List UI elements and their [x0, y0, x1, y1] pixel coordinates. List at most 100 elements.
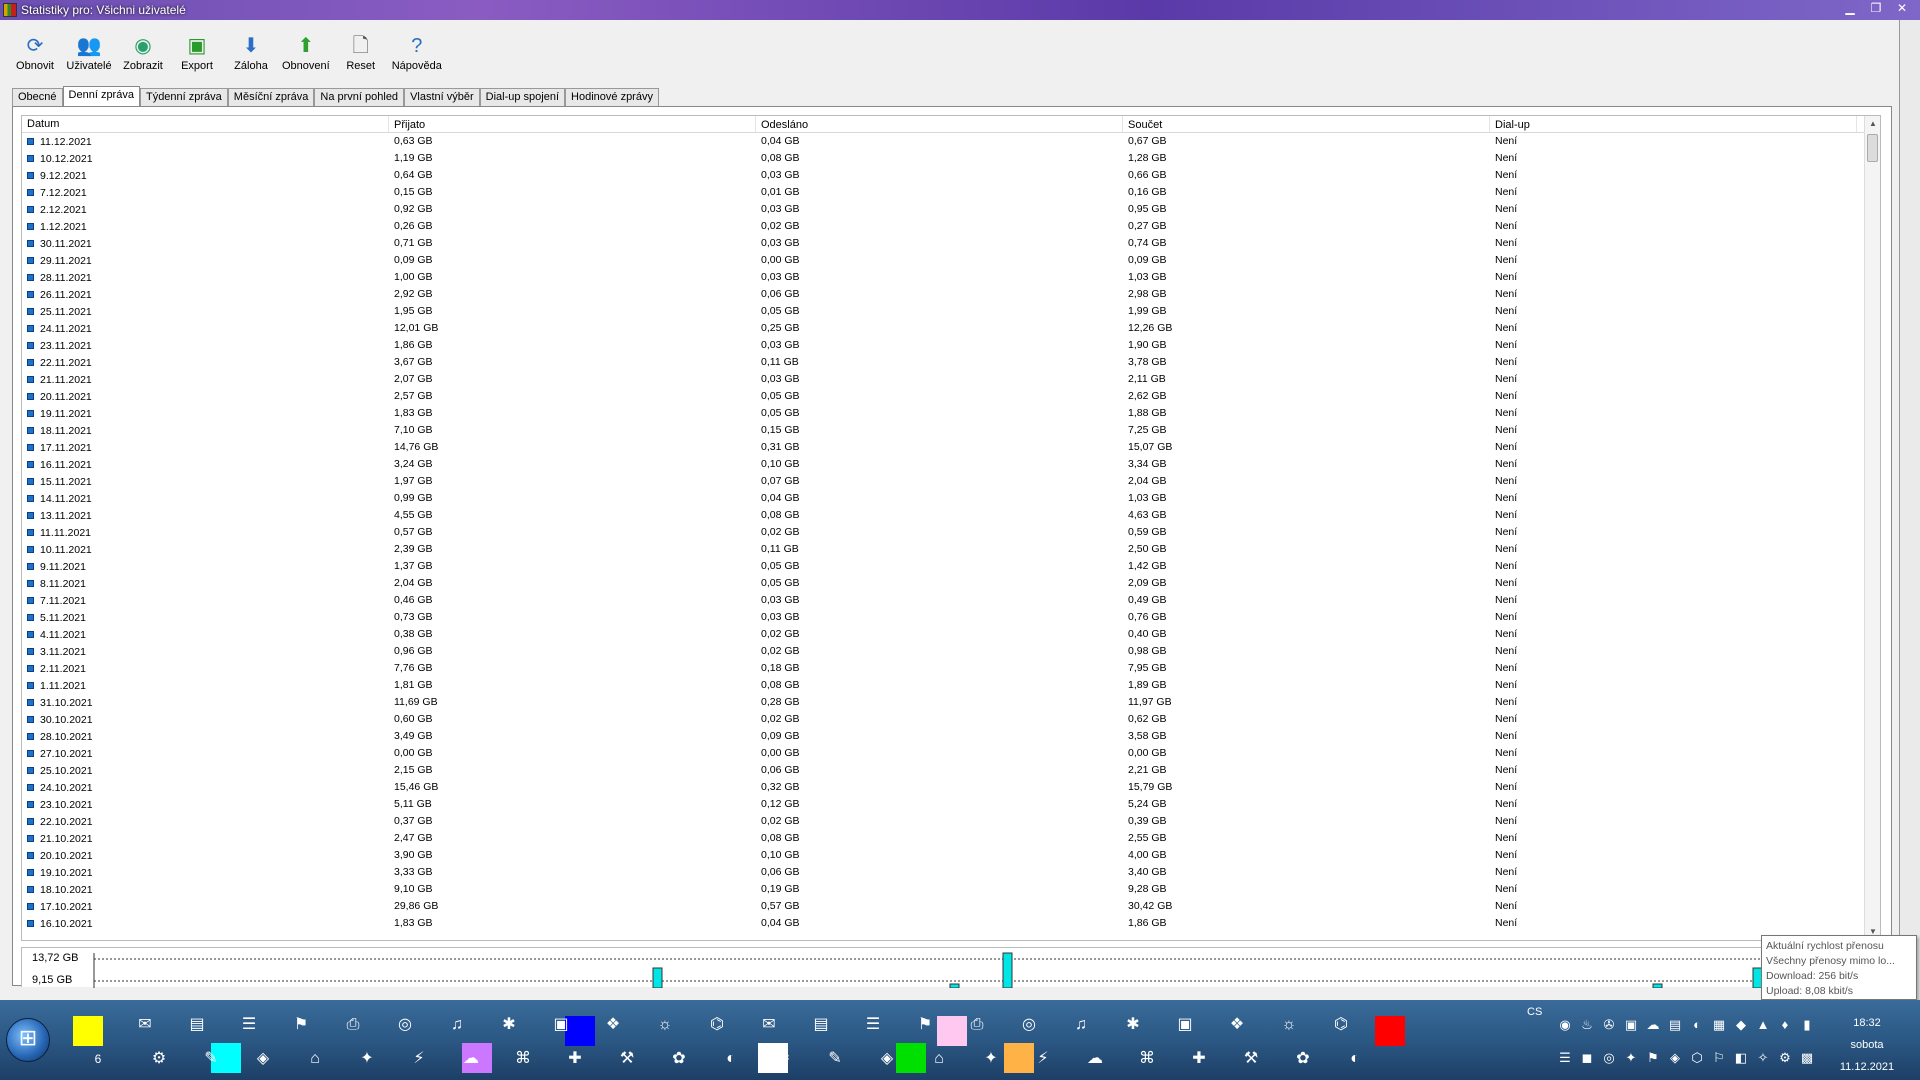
document-button[interactable]: 🗋 Reset [338, 20, 384, 80]
taskbar-color-tile[interactable] [1375, 1016, 1405, 1046]
table-row[interactable]: 22.10.2021 0,37 GB 0,02 GB 0,39 GB Není [22, 813, 1880, 830]
refresh-button[interactable]: ⟳ Obnovit [12, 20, 58, 80]
table-row[interactable]: 28.10.2021 3,49 GB 0,09 GB 3,58 GB Není [22, 728, 1880, 745]
table-row[interactable]: 25.11.2021 1,95 GB 0,05 GB 1,99 GB Není [22, 303, 1880, 320]
taskbar-app-icon[interactable]: ⌘ [1132, 1044, 1162, 1074]
taskbar-app-icon[interactable]: ▣ [546, 1010, 576, 1040]
taskbar-app-icon[interactable]: ❖ [1222, 1010, 1252, 1040]
taskbar-app-icon[interactable]: ◎ [390, 1010, 420, 1040]
taskbar-app-icon[interactable]: ✿ [664, 1044, 694, 1074]
table-row[interactable]: 2.11.2021 7,76 GB 0,18 GB 7,95 GB Není [22, 660, 1880, 677]
tray-icon[interactable]: ☁ [1643, 1015, 1663, 1035]
table-row[interactable]: 31.10.2021 11,69 GB 0,28 GB 11,97 GB Není [22, 694, 1880, 711]
taskbar-app-icon[interactable]: ⚑ [286, 1010, 316, 1040]
tray-icon[interactable]: ▲ [1753, 1015, 1773, 1035]
table-row[interactable]: 19.10.2021 3,33 GB 0,06 GB 3,40 GB Není [22, 864, 1880, 881]
taskbar-app-icon[interactable]: ▣ [1170, 1010, 1200, 1040]
maximize-button[interactable]: ❐ [1864, 1, 1888, 17]
table-row[interactable]: 2.12.2021 0,92 GB 0,03 GB 0,95 GB Není [22, 201, 1880, 218]
table-row[interactable]: 16.10.2021 1,83 GB 0,04 GB 1,86 GB Není [22, 915, 1880, 932]
start-button[interactable] [6, 1018, 50, 1062]
table-row[interactable]: 23.10.2021 5,11 GB 0,12 GB 5,24 GB Není [22, 796, 1880, 813]
table-row[interactable]: 17.10.2021 29,86 GB 0,57 GB 30,42 GB Není [22, 898, 1880, 915]
tab-5[interactable]: Vlastní výběr [404, 88, 480, 106]
tray-icon[interactable]: ♦ [1775, 1015, 1795, 1035]
clock[interactable]: 18:32 sobota 11.12.2021 [1832, 1012, 1902, 1078]
table-row[interactable]: 10.11.2021 2,39 GB 0,11 GB 2,50 GB Není [22, 541, 1880, 558]
table-row[interactable]: 10.12.2021 1,19 GB 0,08 GB 1,28 GB Není [22, 150, 1880, 167]
close-button[interactable]: ✕ [1890, 1, 1914, 17]
tab-1[interactable]: Denní zpráva [62, 86, 140, 106]
taskbar-app-icon[interactable]: ▤ [806, 1010, 836, 1040]
taskbar-app-icon[interactable]: ⌬ [702, 1010, 732, 1040]
minimize-button[interactable]: ▁ [1838, 1, 1862, 17]
table-row[interactable]: 8.11.2021 2,04 GB 0,05 GB 2,09 GB Není [22, 575, 1880, 592]
taskbar-app-icon[interactable]: ⚒ [1236, 1044, 1266, 1074]
tab-6[interactable]: Dial-up spojení [479, 88, 566, 106]
column-header[interactable]: Součet [1123, 116, 1490, 132]
taskbar-app-icon[interactable]: ☼ [650, 1010, 680, 1040]
tray-icon[interactable]: ⚙ [1775, 1048, 1795, 1068]
tray-icon[interactable]: ▣ [1621, 1015, 1641, 1035]
table-row[interactable]: 9.12.2021 0,64 GB 0,03 GB 0,66 GB Není [22, 167, 1880, 184]
taskbar-app-icon[interactable]: ◐ [716, 1044, 746, 1074]
taskbar-app-icon[interactable]: ⚙ [768, 1044, 798, 1074]
table-row[interactable]: 15.11.2021 1,97 GB 0,07 GB 2,04 GB Není [22, 473, 1880, 490]
table-row[interactable]: 30.10.2021 0,60 GB 0,02 GB 0,62 GB Není [22, 711, 1880, 728]
table-row[interactable]: 27.10.2021 0,00 GB 0,00 GB 0,00 GB Není [22, 745, 1880, 762]
taskbar-app-icon[interactable]: ◈ [872, 1044, 902, 1074]
tray-icon[interactable]: ⚑ [1643, 1048, 1663, 1068]
table-row[interactable]: 25.10.2021 2,15 GB 0,06 GB 2,21 GB Není [22, 762, 1880, 779]
taskbar-app-icon[interactable]: ✚ [1184, 1044, 1214, 1074]
table-row[interactable]: 17.11.2021 14,76 GB 0,31 GB 15,07 GB Není [22, 439, 1880, 456]
table-row[interactable]: 7.11.2021 0,46 GB 0,03 GB 0,49 GB Není [22, 592, 1880, 609]
tray-icon[interactable]: ⬡ [1687, 1048, 1707, 1068]
tray-icon[interactable]: ⚐ [1709, 1048, 1729, 1068]
taskbar-app-icon[interactable]: ◎ [1014, 1010, 1044, 1040]
tab-4[interactable]: Na první pohled [314, 88, 405, 106]
table-row[interactable]: 9.11.2021 1,37 GB 0,05 GB 1,42 GB Není [22, 558, 1880, 575]
taskbar-app-icon[interactable]: ✎ [196, 1044, 226, 1074]
table-row[interactable]: 29.11.2021 0,09 GB 0,00 GB 0,09 GB Není [22, 252, 1880, 269]
taskbar-app-icon[interactable]: ✉ [130, 1010, 160, 1040]
taskbar-app-icon[interactable]: ⚡ [1028, 1044, 1058, 1074]
tray-icon[interactable]: ✦ [1621, 1048, 1641, 1068]
table-row[interactable]: 20.10.2021 3,90 GB 0,10 GB 4,00 GB Není [22, 847, 1880, 864]
taskbar-app-icon[interactable]: ☰ [858, 1010, 888, 1040]
table-row[interactable]: 21.11.2021 2,07 GB 0,03 GB 2,11 GB Není [22, 371, 1880, 388]
table-row[interactable]: 22.11.2021 3,67 GB 0,11 GB 3,78 GB Není [22, 354, 1880, 371]
taskbar-color-tile[interactable] [73, 1016, 103, 1046]
table-row[interactable]: 20.11.2021 2,57 GB 0,05 GB 2,62 GB Není [22, 388, 1880, 405]
table-row[interactable]: 11.11.2021 0,57 GB 0,02 GB 0,59 GB Není [22, 524, 1880, 541]
table-row[interactable]: 1.12.2021 0,26 GB 0,02 GB 0,27 GB Není [22, 218, 1880, 235]
table-row[interactable]: 28.11.2021 1,00 GB 0,03 GB 1,03 GB Není [22, 269, 1880, 286]
taskbar-app-icon[interactable]: ☰ [234, 1010, 264, 1040]
taskbar-app-icon[interactable]: ✚ [560, 1044, 590, 1074]
table-row[interactable]: 26.11.2021 2,92 GB 0,06 GB 2,98 GB Není [22, 286, 1880, 303]
table-row[interactable]: 13.11.2021 4,55 GB 0,08 GB 4,63 GB Není [22, 507, 1880, 524]
vertical-scrollbar[interactable]: ▲ ▼ [1864, 116, 1880, 940]
taskbar-app-icon[interactable]: ✉ [754, 1010, 784, 1040]
save-button[interactable]: ▣ Export [174, 20, 220, 80]
taskbar-app-icon[interactable]: ✦ [976, 1044, 1006, 1074]
table-row[interactable]: 18.10.2021 9,10 GB 0,19 GB 9,28 GB Není [22, 881, 1880, 898]
taskbar-app-icon[interactable]: ✱ [1118, 1010, 1148, 1040]
taskbar-app-icon[interactable]: ⚡ [404, 1044, 434, 1074]
table-row[interactable]: 18.11.2021 7,10 GB 0,15 GB 7,25 GB Není [22, 422, 1880, 439]
table-row[interactable]: 4.11.2021 0,38 GB 0,02 GB 0,40 GB Není [22, 626, 1880, 643]
table-row[interactable]: 16.11.2021 3,24 GB 0,10 GB 3,34 GB Není [22, 456, 1880, 473]
taskbar-app-icon[interactable]: ⚒ [612, 1044, 642, 1074]
taskbar-app-icon[interactable]: ⌬ [1326, 1010, 1356, 1040]
taskbar-app-icon[interactable]: ✿ [1288, 1044, 1318, 1074]
taskbar-app-icon[interactable]: ◈ [248, 1044, 278, 1074]
tray-icon[interactable]: ◉ [1555, 1015, 1575, 1035]
taskbar-app-icon[interactable]: ⌘ [508, 1044, 538, 1074]
tray-icon[interactable]: ▩ [1797, 1048, 1817, 1068]
taskbar-app-icon[interactable]: ◐ [1340, 1044, 1370, 1074]
tray-icon[interactable]: ◼ [1577, 1048, 1597, 1068]
help-button[interactable]: ? Nápověda [392, 20, 442, 80]
taskbar-app-icon[interactable]: ⎙ [962, 1010, 992, 1040]
taskbar-app-icon[interactable]: ⚑ [910, 1010, 940, 1040]
table-row[interactable]: 23.11.2021 1,86 GB 0,03 GB 1,90 GB Není [22, 337, 1880, 354]
tray-icon[interactable]: ▮ [1797, 1015, 1817, 1035]
